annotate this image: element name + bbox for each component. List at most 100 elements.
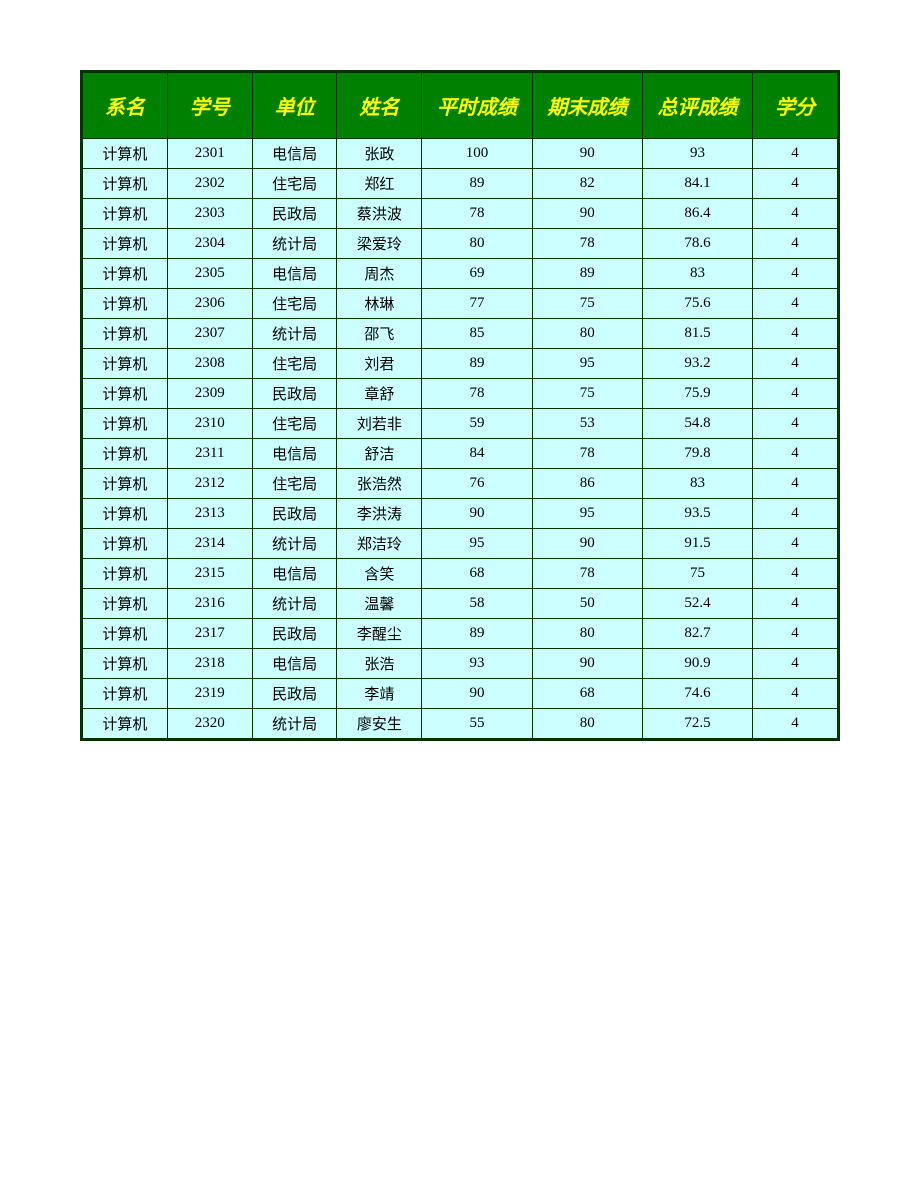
cell-dept: 计算机 <box>83 589 168 619</box>
cell-total: 75.6 <box>642 289 752 319</box>
table-row: 计算机2319民政局李靖906874.64 <box>83 679 838 709</box>
cell-total: 83 <box>642 469 752 499</box>
cell-name: 李洪涛 <box>337 499 422 529</box>
cell-unit: 民政局 <box>252 679 337 709</box>
cell-total: 91.5 <box>642 529 752 559</box>
cell-total: 54.8 <box>642 409 752 439</box>
cell-credit: 4 <box>753 469 838 499</box>
cell-credit: 4 <box>753 499 838 529</box>
cell-id: 2313 <box>167 499 252 529</box>
cell-id: 2301 <box>167 139 252 169</box>
cell-unit: 电信局 <box>252 559 337 589</box>
cell-dept: 计算机 <box>83 229 168 259</box>
cell-id: 2315 <box>167 559 252 589</box>
cell-dept: 计算机 <box>83 649 168 679</box>
cell-final: 86 <box>532 469 642 499</box>
cell-final: 80 <box>532 319 642 349</box>
cell-dept: 计算机 <box>83 559 168 589</box>
cell-dept: 计算机 <box>83 679 168 709</box>
cell-unit: 电信局 <box>252 139 337 169</box>
cell-final: 78 <box>532 229 642 259</box>
cell-credit: 4 <box>753 709 838 739</box>
cell-name: 含笑 <box>337 559 422 589</box>
cell-usual: 58 <box>422 589 532 619</box>
cell-id: 2311 <box>167 439 252 469</box>
cell-final: 90 <box>532 139 642 169</box>
cell-total: 93.5 <box>642 499 752 529</box>
cell-total: 93.2 <box>642 349 752 379</box>
cell-dept: 计算机 <box>83 289 168 319</box>
cell-id: 2317 <box>167 619 252 649</box>
cell-unit: 民政局 <box>252 499 337 529</box>
cell-usual: 59 <box>422 409 532 439</box>
cell-credit: 4 <box>753 589 838 619</box>
cell-unit: 民政局 <box>252 199 337 229</box>
table-row: 计算机2317民政局李醒尘898082.74 <box>83 619 838 649</box>
cell-unit: 住宅局 <box>252 349 337 379</box>
cell-credit: 4 <box>753 229 838 259</box>
header-row: 系名 学号 单位 姓名 平时成绩 期末成绩 总评成绩 学分 <box>83 73 838 139</box>
header-total: 总评成绩 <box>642 73 752 139</box>
cell-name: 李醒尘 <box>337 619 422 649</box>
cell-dept: 计算机 <box>83 379 168 409</box>
header-id: 学号 <box>167 73 252 139</box>
cell-final: 75 <box>532 379 642 409</box>
cell-unit: 统计局 <box>252 229 337 259</box>
cell-total: 72.5 <box>642 709 752 739</box>
header-credit: 学分 <box>753 73 838 139</box>
cell-id: 2305 <box>167 259 252 289</box>
cell-usual: 78 <box>422 199 532 229</box>
cell-name: 舒洁 <box>337 439 422 469</box>
cell-unit: 民政局 <box>252 619 337 649</box>
cell-credit: 4 <box>753 319 838 349</box>
cell-credit: 4 <box>753 409 838 439</box>
cell-credit: 4 <box>753 619 838 649</box>
cell-unit: 住宅局 <box>252 469 337 499</box>
cell-dept: 计算机 <box>83 199 168 229</box>
cell-usual: 55 <box>422 709 532 739</box>
cell-name: 李靖 <box>337 679 422 709</box>
cell-credit: 4 <box>753 559 838 589</box>
cell-total: 78.6 <box>642 229 752 259</box>
cell-usual: 90 <box>422 499 532 529</box>
cell-dept: 计算机 <box>83 439 168 469</box>
cell-final: 78 <box>532 559 642 589</box>
cell-name: 郑红 <box>337 169 422 199</box>
cell-total: 82.7 <box>642 619 752 649</box>
header-usual: 平时成绩 <box>422 73 532 139</box>
cell-total: 75 <box>642 559 752 589</box>
cell-total: 75.9 <box>642 379 752 409</box>
cell-usual: 89 <box>422 349 532 379</box>
cell-usual: 80 <box>422 229 532 259</box>
cell-usual: 89 <box>422 619 532 649</box>
cell-total: 86.4 <box>642 199 752 229</box>
cell-usual: 95 <box>422 529 532 559</box>
cell-id: 2308 <box>167 349 252 379</box>
cell-id: 2318 <box>167 649 252 679</box>
cell-total: 84.1 <box>642 169 752 199</box>
cell-dept: 计算机 <box>83 169 168 199</box>
cell-credit: 4 <box>753 169 838 199</box>
cell-dept: 计算机 <box>83 499 168 529</box>
cell-name: 温馨 <box>337 589 422 619</box>
cell-usual: 90 <box>422 679 532 709</box>
cell-name: 刘君 <box>337 349 422 379</box>
cell-dept: 计算机 <box>83 349 168 379</box>
cell-dept: 计算机 <box>83 619 168 649</box>
grades-table: 系名 学号 单位 姓名 平时成绩 期末成绩 总评成绩 学分 计算机2301电信局… <box>82 72 838 739</box>
cell-credit: 4 <box>753 649 838 679</box>
cell-dept: 计算机 <box>83 409 168 439</box>
table-row: 计算机2311电信局舒洁847879.84 <box>83 439 838 469</box>
cell-unit: 民政局 <box>252 379 337 409</box>
cell-name: 周杰 <box>337 259 422 289</box>
cell-id: 2319 <box>167 679 252 709</box>
cell-dept: 计算机 <box>83 139 168 169</box>
cell-id: 2320 <box>167 709 252 739</box>
cell-final: 80 <box>532 619 642 649</box>
table-row: 计算机2305电信局周杰6989834 <box>83 259 838 289</box>
cell-name: 廖安生 <box>337 709 422 739</box>
cell-final: 95 <box>532 349 642 379</box>
cell-credit: 4 <box>753 199 838 229</box>
cell-name: 林琳 <box>337 289 422 319</box>
cell-usual: 84 <box>422 439 532 469</box>
